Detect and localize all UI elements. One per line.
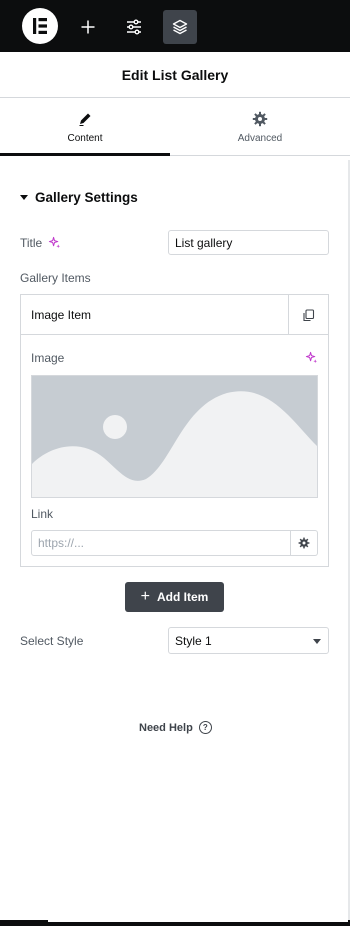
link-options-button[interactable] xyxy=(290,530,318,556)
plus-icon: + xyxy=(140,588,150,605)
section-title: Gallery Settings xyxy=(35,189,138,205)
gallery-item-repeater: Image Item Image Link xyxy=(20,294,329,567)
bottom-divider xyxy=(48,920,348,922)
bottom-edge xyxy=(0,920,350,926)
image-label: Image xyxy=(31,351,65,365)
tab-advanced-label: Advanced xyxy=(237,133,283,144)
ai-sparkle-icon[interactable] xyxy=(305,351,318,364)
site-settings-button[interactable] xyxy=(117,10,151,44)
caret-down-icon xyxy=(20,194,28,200)
copy-icon xyxy=(303,308,315,321)
title-label: Title xyxy=(20,236,43,250)
panel-title: Edit List Gallery xyxy=(0,52,350,98)
duplicate-button[interactable] xyxy=(288,295,328,335)
style-select[interactable]: Style 1 xyxy=(168,627,329,654)
gallery-items-label: Gallery Items xyxy=(20,271,91,285)
link-control xyxy=(31,530,318,556)
need-help-link[interactable]: Need Help ? xyxy=(139,721,212,734)
gear-icon xyxy=(298,537,309,549)
structure-button[interactable] xyxy=(163,10,197,44)
add-item-label: Add Item xyxy=(157,590,209,604)
need-help-label: Need Help xyxy=(139,721,193,734)
pencil-icon xyxy=(79,113,91,126)
title-input[interactable] xyxy=(168,230,329,255)
chevron-down-icon xyxy=(313,639,321,644)
gear-icon xyxy=(252,111,268,127)
select-style-label: Select Style xyxy=(20,634,84,648)
repeater-item-header[interactable]: Image Item xyxy=(21,295,328,335)
add-element-button[interactable] xyxy=(71,10,105,44)
tab-content-label: Content xyxy=(67,133,103,144)
elementor-logo-icon[interactable] xyxy=(22,8,58,44)
tab-advanced[interactable]: Advanced xyxy=(175,99,345,156)
repeater-item-title: Image Item xyxy=(31,308,92,322)
gallery-settings-toggle[interactable]: Gallery Settings xyxy=(20,188,138,206)
tab-content[interactable]: Content xyxy=(0,99,170,156)
sliders-icon xyxy=(127,19,141,35)
plus-icon xyxy=(81,20,95,34)
link-label: Link xyxy=(31,507,54,521)
top-bar xyxy=(0,0,350,52)
add-item-button[interactable]: + Add Item xyxy=(125,582,224,612)
ai-sparkle-icon[interactable] xyxy=(48,236,61,249)
image-upload-area[interactable] xyxy=(31,375,318,498)
panel-tabs: Content Advanced xyxy=(0,99,350,156)
question-circle-icon: ? xyxy=(198,721,212,734)
layers-icon xyxy=(172,19,188,35)
image-placeholder-icon xyxy=(32,376,317,497)
style-select-value: Style 1 xyxy=(175,634,212,648)
link-url-input[interactable] xyxy=(31,530,291,556)
